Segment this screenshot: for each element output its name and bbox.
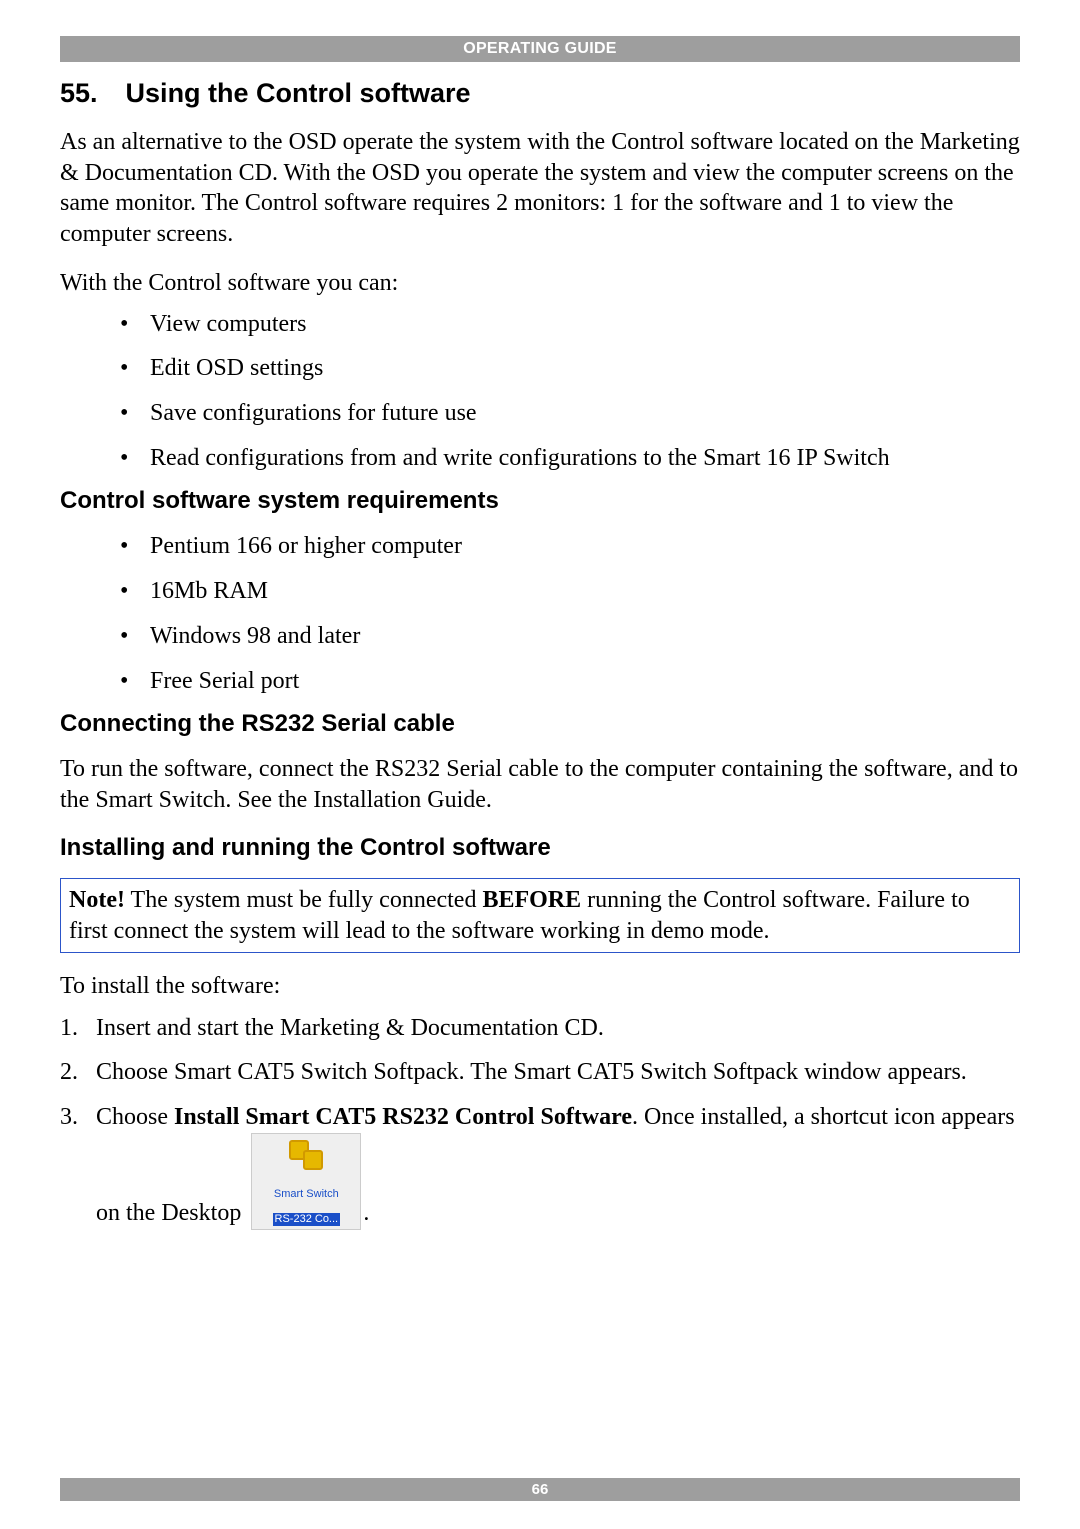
list-item: Save configurations for future use <box>60 398 1020 429</box>
icon-label-line2: RS-232 Co... <box>273 1213 341 1226</box>
intro-paragraph-2: With the Control software you can: <box>60 268 1020 299</box>
note-text-1: The system must be fully connected <box>125 887 482 913</box>
shortcut-icon-wrap: Smart Switch RS-232 Co... <box>247 1133 363 1230</box>
step-item: Choose Install Smart CAT5 RS232 Control … <box>60 1101 1020 1230</box>
icon-label-line1: Smart Switch <box>274 1188 339 1200</box>
smart-switch-icon <box>287 1138 325 1172</box>
footer: 66 <box>60 1478 1020 1501</box>
section-heading: 55. Using the Control software <box>60 78 1020 109</box>
list-item: Pentium 166 or higher computer <box>60 531 1020 562</box>
step-item: Insert and start the Marketing & Documen… <box>60 1012 1020 1044</box>
desktop-shortcut-icon: Smart Switch RS-232 Co... <box>251 1133 361 1230</box>
serial-cable-paragraph: To run the software, connect the RS232 S… <box>60 754 1020 815</box>
step3-suffix: . <box>363 1200 369 1226</box>
list-item: Windows 98 and later <box>60 621 1020 652</box>
step3-prefix: Choose <box>96 1104 174 1130</box>
note-label: Note! <box>69 887 125 913</box>
section-number: 55. <box>60 78 98 109</box>
requirements-list: Pentium 166 or higher computer 16Mb RAM … <box>60 531 1020 696</box>
list-item: Free Serial port <box>60 666 1020 697</box>
note-bold: BEFORE <box>482 887 581 913</box>
subheading-serial-cable: Connecting the RS232 Serial cable <box>60 710 1020 738</box>
intro-paragraph-1: As an alternative to the OSD operate the… <box>60 127 1020 250</box>
page-number: 66 <box>60 1478 1020 1501</box>
install-lead: To install the software: <box>60 971 1020 1002</box>
list-item: Read configurations from and write confi… <box>60 443 1020 474</box>
install-steps: Insert and start the Marketing & Documen… <box>60 1012 1020 1230</box>
header-banner: OPERATING GUIDE <box>60 36 1020 62</box>
step-item: Choose Smart CAT5 Switch Softpack. The S… <box>60 1056 1020 1088</box>
note-box: Note! The system must be fully connected… <box>60 878 1020 953</box>
subheading-requirements: Control software system requirements <box>60 487 1020 515</box>
list-item: View computers <box>60 309 1020 340</box>
shortcut-icon-label: Smart Switch RS-232 Co... <box>273 1175 341 1226</box>
list-item: Edit OSD settings <box>60 353 1020 384</box>
section-title-text: Using the Control software <box>126 78 471 108</box>
subheading-install-run: Installing and running the Control softw… <box>60 834 1020 862</box>
step3-bold: Install Smart CAT5 RS232 Control Softwar… <box>174 1104 632 1130</box>
list-item: 16Mb RAM <box>60 576 1020 607</box>
capabilities-list: View computers Edit OSD settings Save co… <box>60 309 1020 474</box>
